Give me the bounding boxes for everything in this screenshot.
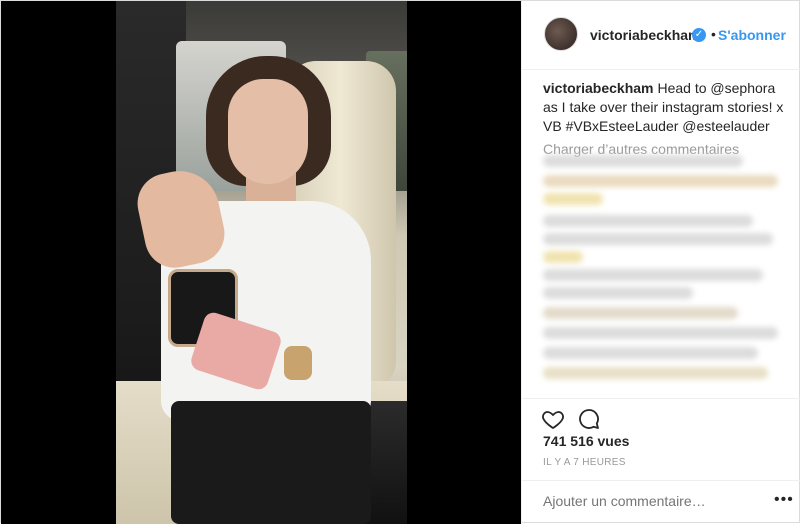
comments-section: victoriabeckham Head to @sephora as I tak…	[543, 79, 788, 157]
more-options-icon[interactable]: •••	[774, 491, 794, 509]
comment-bubble-icon[interactable]	[577, 407, 601, 431]
blurred-comment-line	[543, 251, 583, 263]
follow-button[interactable]: S'abonner	[718, 27, 786, 43]
blurred-comment-line	[543, 287, 693, 299]
video-player[interactable]	[116, 1, 407, 524]
caption-username[interactable]: victoriabeckham	[543, 80, 654, 96]
post-modal: victoriabeckham ✓ • S'abonner victoriabe…	[0, 0, 800, 524]
blurred-comment-line	[543, 233, 773, 245]
blurred-comment-line	[543, 215, 753, 227]
verified-badge-icon: ✓	[692, 28, 706, 42]
video-area	[1, 1, 521, 524]
comment-input[interactable]	[543, 493, 753, 509]
heart-icon[interactable]	[541, 407, 565, 431]
blurred-comments-list	[543, 153, 783, 398]
video-person-face	[228, 79, 308, 184]
blurred-comment-line	[543, 327, 778, 339]
blurred-comment-line	[543, 347, 758, 359]
video-watch	[284, 346, 312, 380]
blurred-comment-line	[543, 193, 603, 205]
header-username[interactable]: victoriabeckham	[590, 27, 701, 43]
view-count[interactable]: 741 516 vues	[543, 433, 629, 449]
post-caption: victoriabeckham Head to @sephora as I tak…	[543, 79, 788, 136]
separator-dot: •	[711, 26, 716, 42]
post-actions: 741 516 vues IL Y A 7 HEURES •••	[522, 398, 800, 525]
add-comment-bar: •••	[522, 480, 800, 525]
blurred-comment-line	[543, 307, 738, 319]
blurred-comment-line	[543, 269, 763, 281]
post-side-panel: victoriabeckham ✓ • S'abonner victoriabe…	[521, 1, 800, 524]
post-header: victoriabeckham ✓ • S'abonner	[522, 1, 800, 70]
blurred-comment-line	[543, 367, 768, 379]
blurred-comment-line	[543, 155, 743, 167]
blurred-comment-line	[543, 175, 778, 187]
avatar[interactable]	[544, 17, 578, 51]
video-person-pants	[171, 401, 371, 524]
post-timestamp[interactable]: IL Y A 7 HEURES	[543, 457, 626, 468]
